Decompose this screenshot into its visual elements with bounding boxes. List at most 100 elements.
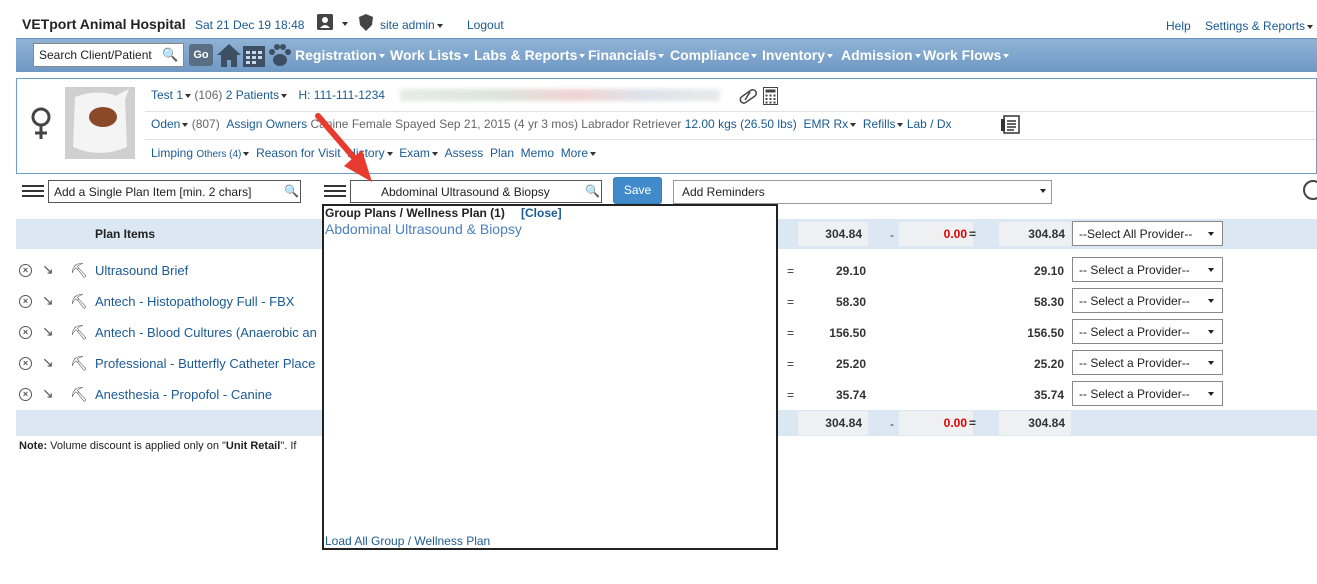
plan-item-link[interactable]: Antech - Blood Cultures (Anaerobic an xyxy=(95,325,317,340)
item-net: 25.20 xyxy=(1033,357,1064,371)
item-price: 25.20 xyxy=(835,357,866,371)
help-link[interactable]: Help xyxy=(1166,19,1191,33)
forklift-icon[interactable]: ⛏ xyxy=(70,324,88,341)
paw-icon[interactable] xyxy=(267,42,293,71)
add-reminders-select[interactable]: Add Reminders xyxy=(673,180,1052,204)
forklift-icon[interactable]: ⛏ xyxy=(70,355,88,372)
nav-inventory[interactable]: Inventory xyxy=(762,47,834,63)
plan-link[interactable]: Plan xyxy=(490,146,514,160)
pet-name-menu[interactable]: Oden xyxy=(151,117,189,131)
move-down-icon[interactable]: ↘ xyxy=(42,385,54,402)
move-down-icon[interactable]: ↘ xyxy=(42,323,54,340)
female-gender-icon xyxy=(30,106,52,147)
item-price: 58.30 xyxy=(835,295,866,309)
popup-title: Group Plans / Wellness Plan (1) xyxy=(325,206,505,220)
select-all-provider[interactable]: --Select All Provider-- xyxy=(1072,221,1223,246)
patients-menu[interactable]: Patients xyxy=(236,88,288,102)
header-net: 304.84 xyxy=(999,222,1071,246)
save-button[interactable]: Save xyxy=(613,177,662,204)
footer-net: 304.84 xyxy=(999,411,1071,435)
forklift-icon[interactable]: ⛏ xyxy=(70,386,88,403)
search-icon[interactable]: 🔍 xyxy=(284,184,299,198)
assign-owners-link[interactable]: Assign Owners xyxy=(226,117,307,131)
others-menu[interactable]: Others (4) xyxy=(196,149,250,160)
provider-select[interactable]: -- Select a Provider-- xyxy=(1072,381,1223,406)
group-plan-input[interactable]: Abdominal Ultrasound & Biopsy xyxy=(350,180,602,203)
nav-financials[interactable]: Financials xyxy=(588,47,665,63)
popup-close-link[interactable]: [Close] xyxy=(521,206,562,220)
remove-item-icon[interactable]: × xyxy=(19,357,32,370)
nav-admission[interactable]: Admission xyxy=(841,47,921,63)
more-menu[interactable]: More xyxy=(561,146,597,160)
item-price: 29.10 xyxy=(835,264,866,278)
provider-select[interactable]: -- Select a Provider-- xyxy=(1072,350,1223,375)
medication-pill-icon[interactable] xyxy=(738,87,758,108)
patients-count[interactable]: 2 xyxy=(226,88,233,102)
equals-sign: = xyxy=(787,295,795,309)
clipboard-list-icon[interactable] xyxy=(1001,114,1021,137)
group-plan-popup xyxy=(322,204,778,550)
nav-labs-reports[interactable]: Labs & Reports xyxy=(474,47,586,63)
close-circle-icon[interactable] xyxy=(1303,180,1317,200)
date-of-birth: Sep 21, 2015 (4 yr 3 mos) xyxy=(439,117,578,131)
remove-item-icon[interactable]: × xyxy=(19,295,32,308)
home-icon[interactable] xyxy=(216,42,242,71)
pet-photo[interactable] xyxy=(65,87,135,159)
rx-menu[interactable]: Rx xyxy=(833,117,857,131)
item-price: 35.74 xyxy=(835,388,866,402)
logout-link[interactable]: Logout xyxy=(467,18,504,32)
single-item-list-icon[interactable] xyxy=(22,183,44,199)
refills-menu[interactable]: Refills xyxy=(863,117,904,131)
user-card-icon[interactable] xyxy=(317,14,333,30)
remove-item-icon[interactable]: × xyxy=(19,264,32,277)
equals-sign: = xyxy=(969,227,977,241)
item-net: 35.74 xyxy=(1033,388,1064,402)
remove-item-icon[interactable]: × xyxy=(19,388,32,401)
settings-reports-menu[interactable]: Settings & Reports xyxy=(1205,19,1314,33)
plan-item-link[interactable]: Ultrasound Brief xyxy=(95,263,188,278)
assess-link[interactable]: Assess xyxy=(445,146,484,160)
client-name-menu[interactable]: Test 1 xyxy=(151,88,192,102)
nav-registration[interactable]: Registration xyxy=(295,47,385,63)
weight-link[interactable]: 12.00 kgs (26.50 lbs) xyxy=(685,117,797,131)
remove-item-icon[interactable]: × xyxy=(19,326,32,339)
footer-total: 304.84 xyxy=(798,411,868,435)
user-menu-caret[interactable] xyxy=(342,22,348,26)
load-all-group-plans-link[interactable]: Load All Group / Wellness Plan xyxy=(325,534,490,548)
lab-dx-link[interactable]: Lab / Dx xyxy=(907,117,952,131)
exam-menu[interactable]: Exam xyxy=(399,146,438,160)
memo-link[interactable]: Memo xyxy=(521,146,554,160)
search-icon[interactable]: 🔍 xyxy=(585,184,600,198)
breed: Labrador Retriever xyxy=(581,117,682,131)
brand-title: VETport Animal Hospital xyxy=(22,16,186,32)
user-menu[interactable]: site admin xyxy=(380,18,443,32)
equals-sign: = xyxy=(787,326,795,340)
provider-select[interactable]: -- Select a Provider-- xyxy=(1072,257,1223,282)
forklift-icon[interactable]: ⛏ xyxy=(70,262,88,279)
go-button[interactable]: Go xyxy=(189,44,213,66)
provider-select[interactable]: -- Select a Provider-- xyxy=(1072,288,1223,313)
calculator-icon[interactable] xyxy=(763,87,778,108)
group-plan-option[interactable]: Abdominal Ultrasound & Biopsy xyxy=(325,221,522,237)
calendar-icon[interactable] xyxy=(242,42,266,71)
plan-item-link[interactable]: Professional - Butterfly Catheter Place xyxy=(95,356,315,371)
move-down-icon[interactable]: ↘ xyxy=(42,261,54,278)
equals-sign: = xyxy=(787,357,795,371)
provider-select[interactable]: -- Select a Provider-- xyxy=(1072,319,1223,344)
move-down-icon[interactable]: ↘ xyxy=(42,354,54,371)
nav-work-lists[interactable]: Work Lists xyxy=(390,47,470,63)
nav-compliance[interactable]: Compliance xyxy=(670,47,758,63)
item-price: 156.50 xyxy=(829,326,866,340)
plan-item-link[interactable]: Antech - Histopathology Full - FBX xyxy=(95,294,294,309)
header-total: 304.84 xyxy=(798,222,868,246)
equals-sign: = xyxy=(787,264,795,278)
forklift-icon[interactable]: ⛏ xyxy=(70,293,88,310)
single-plan-item-input[interactable]: Add a Single Plan Item [min. 2 chars] xyxy=(48,180,301,203)
nav-work-flows[interactable]: Work Flows xyxy=(923,47,1010,63)
chevron-down-icon xyxy=(1040,189,1046,193)
complaint-link[interactable]: Limping xyxy=(151,146,193,160)
emr-link[interactable]: EMR xyxy=(803,117,830,131)
move-down-icon[interactable]: ↘ xyxy=(42,292,54,309)
plan-item-link[interactable]: Anesthesia - Propofol - Canine xyxy=(95,387,272,402)
search-icon[interactable]: 🔍 xyxy=(162,47,178,63)
